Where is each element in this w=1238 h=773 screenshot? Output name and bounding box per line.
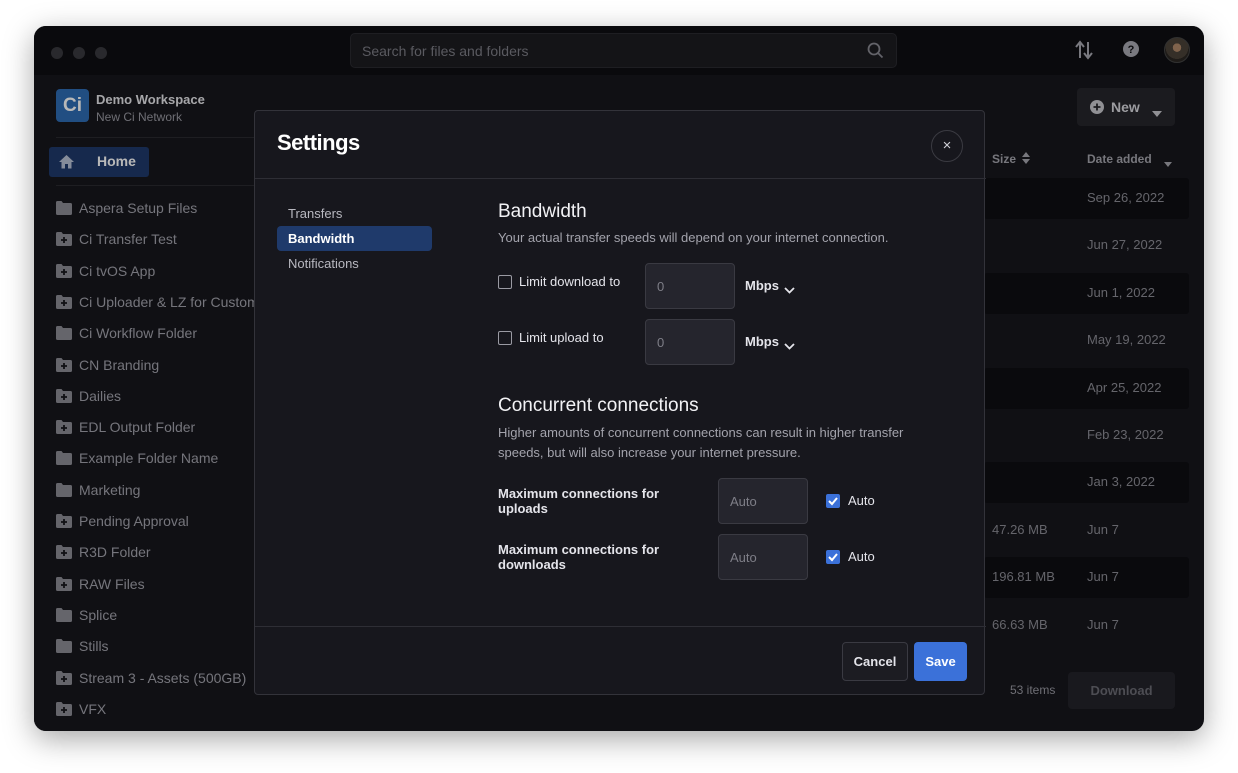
save-button[interactable]: Save — [914, 642, 967, 681]
max-uploads-auto-checkbox[interactable] — [826, 494, 840, 508]
app-window: Search for files and folders ? Ci Demo W… — [34, 26, 1204, 731]
settings-nav-label: Bandwidth — [288, 231, 355, 246]
unit-label: Mbps — [745, 278, 779, 293]
concurrent-description: Higher amounts of concurrent connections… — [498, 425, 904, 460]
checkmark-icon — [828, 553, 838, 562]
concurrent-heading: Concurrent connections — [498, 395, 699, 416]
input-value: 0 — [657, 279, 665, 294]
input-value: 0 — [657, 335, 665, 350]
close-icon[interactable]: × — [931, 130, 963, 162]
limit-download-label: Limit download to — [519, 274, 621, 289]
settings-nav-bandwidth[interactable]: Bandwidth — [277, 226, 432, 251]
input-value: Auto — [730, 550, 757, 565]
max-uploads-input[interactable]: Auto — [718, 478, 808, 524]
settings-nav-notifications[interactable]: Notifications — [277, 251, 432, 276]
unit-label: Mbps — [745, 334, 779, 349]
download-unit-select[interactable]: Mbps — [745, 278, 795, 294]
divider — [255, 178, 986, 179]
dialog-title: Settings — [277, 130, 360, 155]
limit-upload-label: Limit upload to — [519, 330, 604, 345]
divider — [255, 626, 986, 627]
limit-upload-input[interactable]: 0 — [645, 319, 735, 365]
limit-download-checkbox[interactable] — [498, 275, 512, 289]
max-uploads-label: Maximum connections for uploads — [498, 486, 660, 516]
bandwidth-description: Your actual transfer speeds will depend … — [498, 230, 889, 245]
upload-unit-select[interactable]: Mbps — [745, 334, 795, 350]
settings-dialog: Settings × Transfers Bandwidth Notificat… — [254, 110, 986, 695]
checkmark-icon — [828, 497, 838, 506]
max-downloads-input[interactable]: Auto — [718, 534, 808, 580]
settings-nav-label: Transfers — [288, 206, 343, 221]
max-downloads-label: Maximum connections for downloads — [498, 542, 660, 572]
max-uploads-auto-label: Auto — [848, 493, 875, 508]
limit-download-input[interactable]: 0 — [645, 263, 735, 309]
cancel-button[interactable]: Cancel — [842, 642, 908, 681]
bandwidth-heading: Bandwidth — [498, 201, 587, 222]
chevron-down-icon — [784, 338, 795, 353]
max-downloads-auto-checkbox[interactable] — [826, 550, 840, 564]
settings-nav-label: Notifications — [288, 256, 359, 271]
settings-nav-transfers[interactable]: Transfers — [277, 201, 432, 226]
input-value: Auto — [730, 494, 757, 509]
max-downloads-auto-label: Auto — [848, 549, 875, 564]
limit-upload-checkbox[interactable] — [498, 331, 512, 345]
chevron-down-icon — [784, 282, 795, 297]
